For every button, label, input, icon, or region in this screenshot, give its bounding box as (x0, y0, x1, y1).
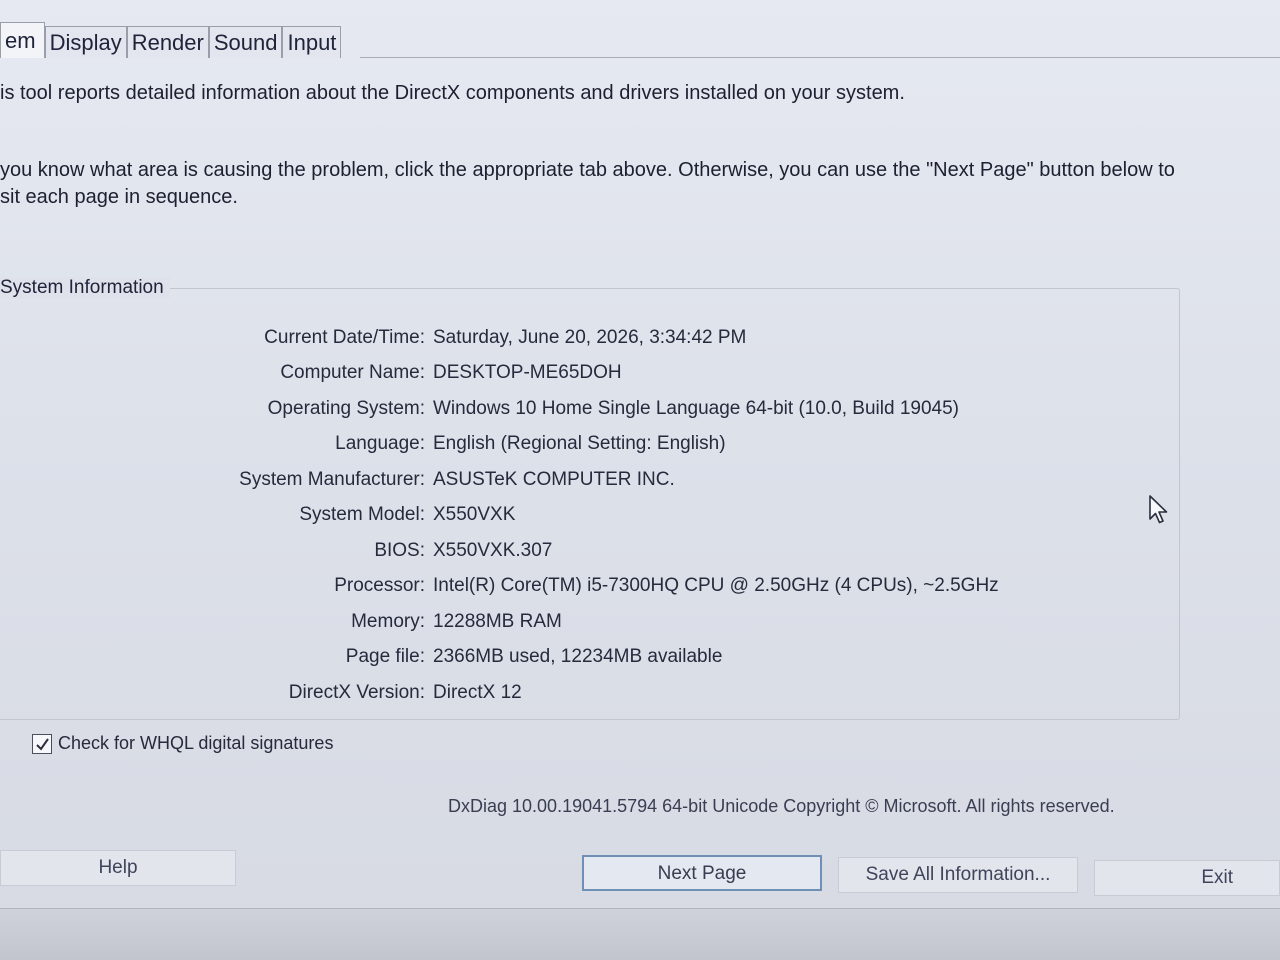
info-row-memory: Memory: 12288MB RAM (170, 604, 1030, 640)
info-value: Windows 10 Home Single Language 64-bit (… (433, 397, 959, 419)
info-label: Language: (335, 433, 425, 455)
info-row-manufacturer: System Manufacturer: ASUSTeK COMPUTER IN… (170, 462, 1030, 498)
mouse-pointer-icon (1149, 495, 1168, 524)
whql-label: Check for WHQL digital signatures (58, 733, 334, 753)
tab-sound[interactable]: Sound (208, 26, 283, 58)
instructions-line-2: sit each page in sequence. (0, 186, 238, 208)
info-label: BIOS: (374, 539, 425, 561)
info-label: Page file: (345, 646, 425, 668)
tab-system[interactable]: em (0, 22, 45, 58)
save-all-information-button[interactable]: Save All Information... (838, 857, 1078, 893)
info-value: X550VXK (433, 504, 516, 526)
info-row-page-file: Page file: 2366MB used, 12234MB availabl… (170, 640, 1030, 676)
tab-bar: em Display Render Sound Input (0, 22, 342, 58)
info-value: Saturday, June 20, 2026, 3:34:42 PM (433, 326, 747, 348)
tab-divider (360, 57, 1280, 58)
info-value: DESKTOP-ME65DOH (433, 362, 622, 384)
system-info-grid: Current Date/Time: Saturday, June 20, 20… (170, 320, 1030, 711)
instructions-text: you know what area is causing the proble… (0, 157, 1175, 211)
info-label: Current Date/Time: (264, 326, 425, 348)
next-page-button[interactable]: Next Page (582, 855, 822, 891)
info-row-datetime: Current Date/Time: Saturday, June 20, 20… (170, 320, 1030, 356)
info-label: System Model: (299, 504, 425, 526)
tab-display[interactable]: Display (44, 26, 127, 58)
intro-text: is tool reports detailed information abo… (0, 82, 905, 104)
info-row-processor: Processor: Intel(R) Core(TM) i5-7300HQ C… (170, 569, 1030, 605)
info-value: Intel(R) Core(TM) i5-7300HQ CPU @ 2.50GH… (433, 575, 999, 597)
info-value: 12288MB RAM (433, 610, 562, 632)
instructions-line-1: you know what area is causing the proble… (0, 159, 1175, 181)
whql-checkbox[interactable] (32, 733, 52, 754)
info-label: DirectX Version: (288, 681, 425, 703)
info-label: Processor: (334, 575, 425, 597)
system-info-title: System Information (0, 277, 170, 299)
info-row-computer-name: Computer Name: DESKTOP-ME65DOH (170, 356, 1030, 392)
info-value: X550VXK.307 (433, 539, 553, 561)
info-row-model: System Model: X550VXK (170, 498, 1030, 534)
info-label: Operating System: (267, 397, 425, 419)
info-row-directx: DirectX Version: DirectX 12 (170, 675, 1030, 711)
tab-render[interactable]: Render (126, 26, 209, 58)
info-value: DirectX 12 (433, 681, 522, 703)
tab-input[interactable]: Input (282, 26, 342, 58)
info-value: ASUSTeK COMPUTER INC. (433, 468, 675, 490)
checkmark-icon (36, 737, 49, 751)
dxdiag-window: em Display Render Sound Input is tool re… (0, 0, 1280, 960)
whql-checkbox-row[interactable]: Check for WHQL digital signatures (32, 733, 333, 754)
info-value: 2366MB used, 12234MB available (433, 646, 723, 668)
info-label: Computer Name: (280, 362, 425, 384)
info-value: English (Regional Setting: English) (433, 433, 726, 455)
window-bottom-edge (0, 909, 1280, 960)
exit-button[interactable]: Exit (1094, 860, 1280, 896)
help-button[interactable]: Help (0, 850, 236, 886)
info-label: Memory: (351, 610, 425, 632)
info-label: System Manufacturer: (239, 468, 425, 490)
info-row-bios: BIOS: X550VXK.307 (170, 533, 1030, 569)
info-row-os: Operating System: Windows 10 Home Single… (170, 391, 1030, 427)
copyright-text: DxDiag 10.00.19041.5794 64-bit Unicode C… (448, 796, 1115, 816)
info-row-language: Language: English (Regional Setting: Eng… (170, 427, 1030, 463)
